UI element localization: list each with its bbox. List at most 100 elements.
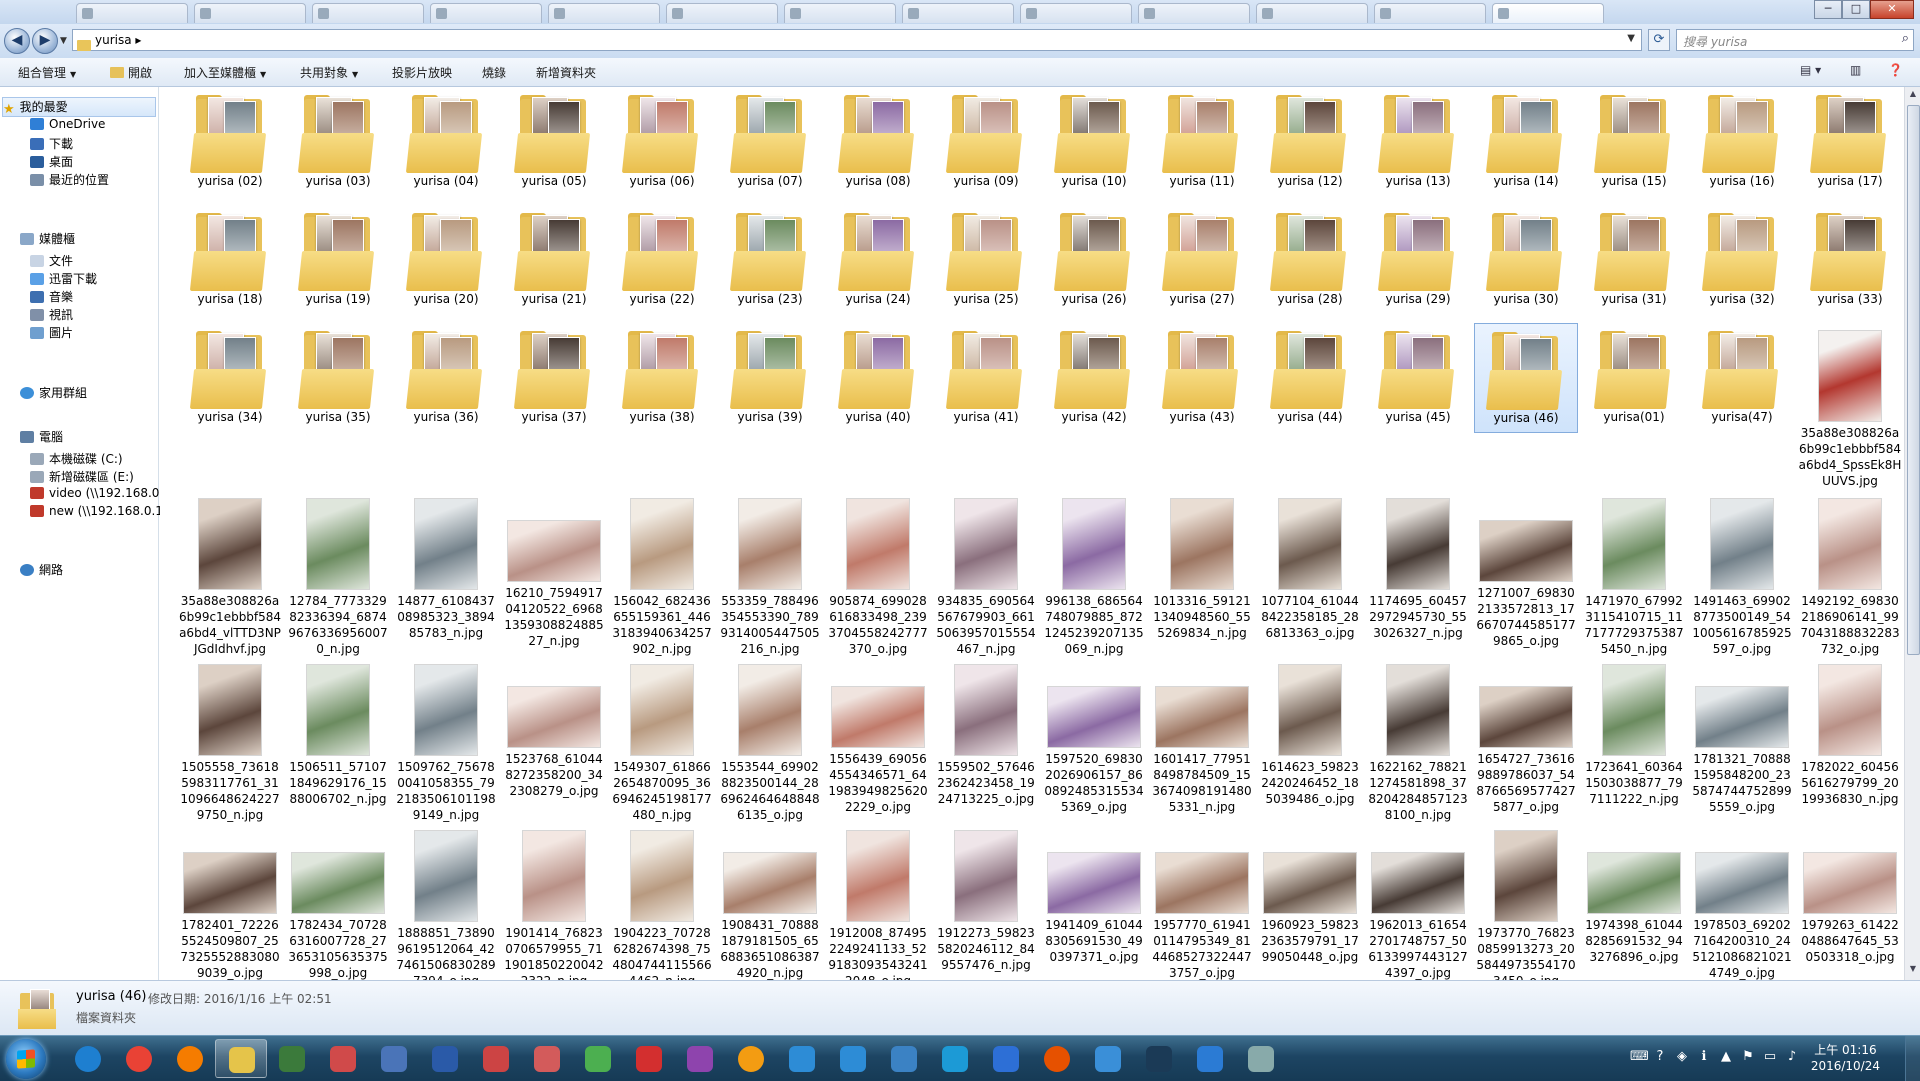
new-folder-button[interactable]: 新增資料夾 (536, 64, 596, 81)
sidebar-item-favorite[interactable]: OneDrive (30, 117, 105, 135)
taskbar-button[interactable] (62, 1039, 114, 1078)
sidebar-item-favorite[interactable]: 下載 (30, 135, 73, 153)
folder-item[interactable]: yurisa (35) (286, 323, 390, 433)
sidebar-item-library[interactable]: 圖片 (30, 324, 73, 342)
folder-item[interactable]: yurisa (45) (1366, 323, 1470, 433)
show-desktop-button[interactable] (1905, 1036, 1920, 1081)
folder-item[interactable]: yurisa (07) (718, 87, 822, 197)
folder-item[interactable]: yurisa (44) (1258, 323, 1362, 433)
image-file-item[interactable]: 1962013_616542701748757_506133997443127 … (1366, 829, 1470, 980)
taskbar-button[interactable] (1184, 1039, 1236, 1078)
sidebar-item-library[interactable]: 文件 (30, 252, 73, 270)
image-file-item[interactable]: 1013316_591211340948560_555269834_n.jpg (1150, 497, 1254, 641)
change-view-icon[interactable]: ▤ ▾ (1800, 63, 1821, 81)
folder-item[interactable]: yurisa (38) (610, 323, 714, 433)
folder-item[interactable]: yurisa(01) (1582, 323, 1686, 433)
taskbar-button[interactable] (725, 1039, 777, 1078)
sidebar-item-library[interactable]: 視訊 (30, 306, 73, 324)
folder-item[interactable]: yurisa (18) (178, 205, 282, 315)
taskbar-button[interactable] (623, 1039, 675, 1078)
add-to-library-button[interactable]: 加入至媒體櫃 ▼ (184, 64, 266, 81)
browser-tab[interactable] (902, 3, 1014, 23)
refresh-button[interactable]: ⟳ (1648, 29, 1670, 51)
image-file-item[interactable]: 1957770_619410114795349_814468527322447 … (1150, 829, 1254, 980)
taskbar-button[interactable] (317, 1039, 369, 1078)
folder-item[interactable]: yurisa (39) (718, 323, 822, 433)
browser-tab[interactable] (76, 3, 188, 23)
image-file-item[interactable]: 1492192_698302186906141_9970431888322837… (1798, 497, 1902, 657)
clock[interactable]: 上午 01:16 2016/10/24 (1811, 1042, 1880, 1074)
browser-tab[interactable] (1138, 3, 1250, 23)
image-file-item[interactable]: 1912273_598235820246112_849557476_n.jpg (934, 829, 1038, 973)
folder-item[interactable]: yurisa (29) (1366, 205, 1470, 315)
browser-tab[interactable] (194, 3, 306, 23)
taskbar-button[interactable] (572, 1039, 624, 1078)
share-with-button[interactable]: 共用對象 ▼ (300, 64, 358, 81)
image-file-item[interactable]: 1901414_768230706579955_711901850220042 … (502, 829, 606, 980)
folder-item[interactable]: yurisa (10) (1042, 87, 1146, 197)
folder-item[interactable]: yurisa (06) (610, 87, 714, 197)
image-file-item[interactable]: 1622162_788211274581898_378204284857123 … (1366, 663, 1470, 823)
folder-item[interactable]: yurisa (31) (1582, 205, 1686, 315)
image-file-item[interactable]: 1782434_707286316007728_273653105635375 … (286, 829, 390, 980)
image-file-item[interactable]: 1781321_708881595848200_235874744752899 … (1690, 663, 1794, 815)
image-file-item[interactable]: 1491463_699028773500149_5410056167859255… (1690, 497, 1794, 657)
scroll-up-icon[interactable]: ▲ (1907, 89, 1919, 103)
folder-item[interactable]: yurisa (20) (394, 205, 498, 315)
folder-item[interactable]: yurisa (27) (1150, 205, 1254, 315)
folder-item[interactable]: yurisa (36) (394, 323, 498, 433)
flag-icon[interactable]: ⚑ (1740, 1049, 1756, 1065)
breadcrumb[interactable]: yurisa ▸ (95, 33, 141, 47)
folder-item[interactable]: yurisa (03) (286, 87, 390, 197)
image-file-item[interactable]: 1888851_738909619512064_427461506830289 … (394, 829, 498, 980)
folder-item[interactable]: yurisa (43) (1150, 323, 1254, 433)
image-file-item[interactable]: 1553544_699028823500144_286962464648848 … (718, 663, 822, 823)
vertical-scrollbar[interactable]: ▲ ▼ (1904, 87, 1920, 980)
image-file-item[interactable]: 1904223_707286282674398_754804744115566 … (610, 829, 714, 980)
folder-item[interactable]: yurisa (05) (502, 87, 606, 197)
sidebar-libraries[interactable]: 媒體櫃 (20, 230, 75, 248)
image-file-item[interactable]: 934835_690564567679903_66150639570155544… (934, 497, 1038, 657)
image-file-item[interactable]: 1782022_604565616279799_2019936830_n.jpg (1798, 663, 1902, 807)
address-dropdown-icon[interactable]: ▼ (1627, 33, 1635, 44)
image-file-item[interactable]: 1614623_598232420246452_185039486_o.jpg (1258, 663, 1362, 807)
folder-item[interactable]: yurisa (32) (1690, 205, 1794, 315)
folder-item[interactable]: yurisa (28) (1258, 205, 1362, 315)
taskbar-button[interactable] (368, 1039, 420, 1078)
sidebar-network[interactable]: 網路 (20, 561, 63, 579)
image-file-item[interactable]: 1597520_698302026906157_860892485315534 … (1042, 663, 1146, 815)
keyboard-icon[interactable]: ⌨ (1630, 1049, 1649, 1065)
folder-item[interactable]: yurisa (11) (1150, 87, 1254, 197)
folder-item[interactable]: yurisa (15) (1582, 87, 1686, 197)
back-button[interactable]: ◀ (4, 28, 30, 54)
image-file-item[interactable]: 1974398_610448285691532_943276896_o.jpg (1582, 829, 1686, 965)
browser-tab[interactable] (548, 3, 660, 23)
folder-item[interactable]: yurisa (02) (178, 87, 282, 197)
organize-button[interactable]: 組合管理 ▼ (18, 64, 76, 81)
image-file-item[interactable]: 996138_686564748079885_87212452392071350… (1042, 497, 1146, 657)
show-hidden-icons-icon[interactable]: ▲ (1718, 1049, 1734, 1065)
folder-item[interactable]: yurisa (17) (1798, 87, 1902, 197)
taskbar-button[interactable] (1133, 1039, 1185, 1078)
taskbar-button[interactable] (827, 1039, 879, 1078)
folder-item[interactable]: yurisa (33) (1798, 205, 1902, 315)
browser-tab[interactable] (666, 3, 778, 23)
scrollbar-thumb[interactable] (1907, 105, 1920, 655)
taskbar-button[interactable] (164, 1039, 216, 1078)
recent-pages-dropdown-icon[interactable]: ▼ (60, 36, 67, 46)
folder-item[interactable]: yurisa (14) (1474, 87, 1578, 197)
volume-icon[interactable]: ♪ (1784, 1049, 1800, 1065)
burn-button[interactable]: 燒錄 (482, 64, 506, 81)
sidebar-item-drive[interactable]: 新增磁碟區 (E:) (30, 468, 134, 486)
sidebar-item-favorite[interactable]: 桌面 (30, 153, 73, 171)
taskbar-button[interactable] (776, 1039, 828, 1078)
close-button[interactable]: ✕ (1870, 0, 1914, 19)
image-file-item[interactable]: 1174695_604572972945730_553026327_n.jpg (1366, 497, 1470, 641)
image-file-item[interactable]: 1506511_571071849629176_1588006702_n.jpg (286, 663, 390, 807)
image-file-item[interactable]: 1556439_690564554346571_641983949825620 … (826, 663, 930, 815)
forward-button[interactable]: ▶ (32, 28, 58, 54)
image-file-item[interactable]: 1077104_610448422358185_286813363_o.jpg (1258, 497, 1362, 641)
browser-tab[interactable] (1256, 3, 1368, 23)
browser-tab[interactable] (1492, 3, 1604, 23)
sidebar-item-library[interactable]: 迅雷下載 (30, 270, 97, 288)
